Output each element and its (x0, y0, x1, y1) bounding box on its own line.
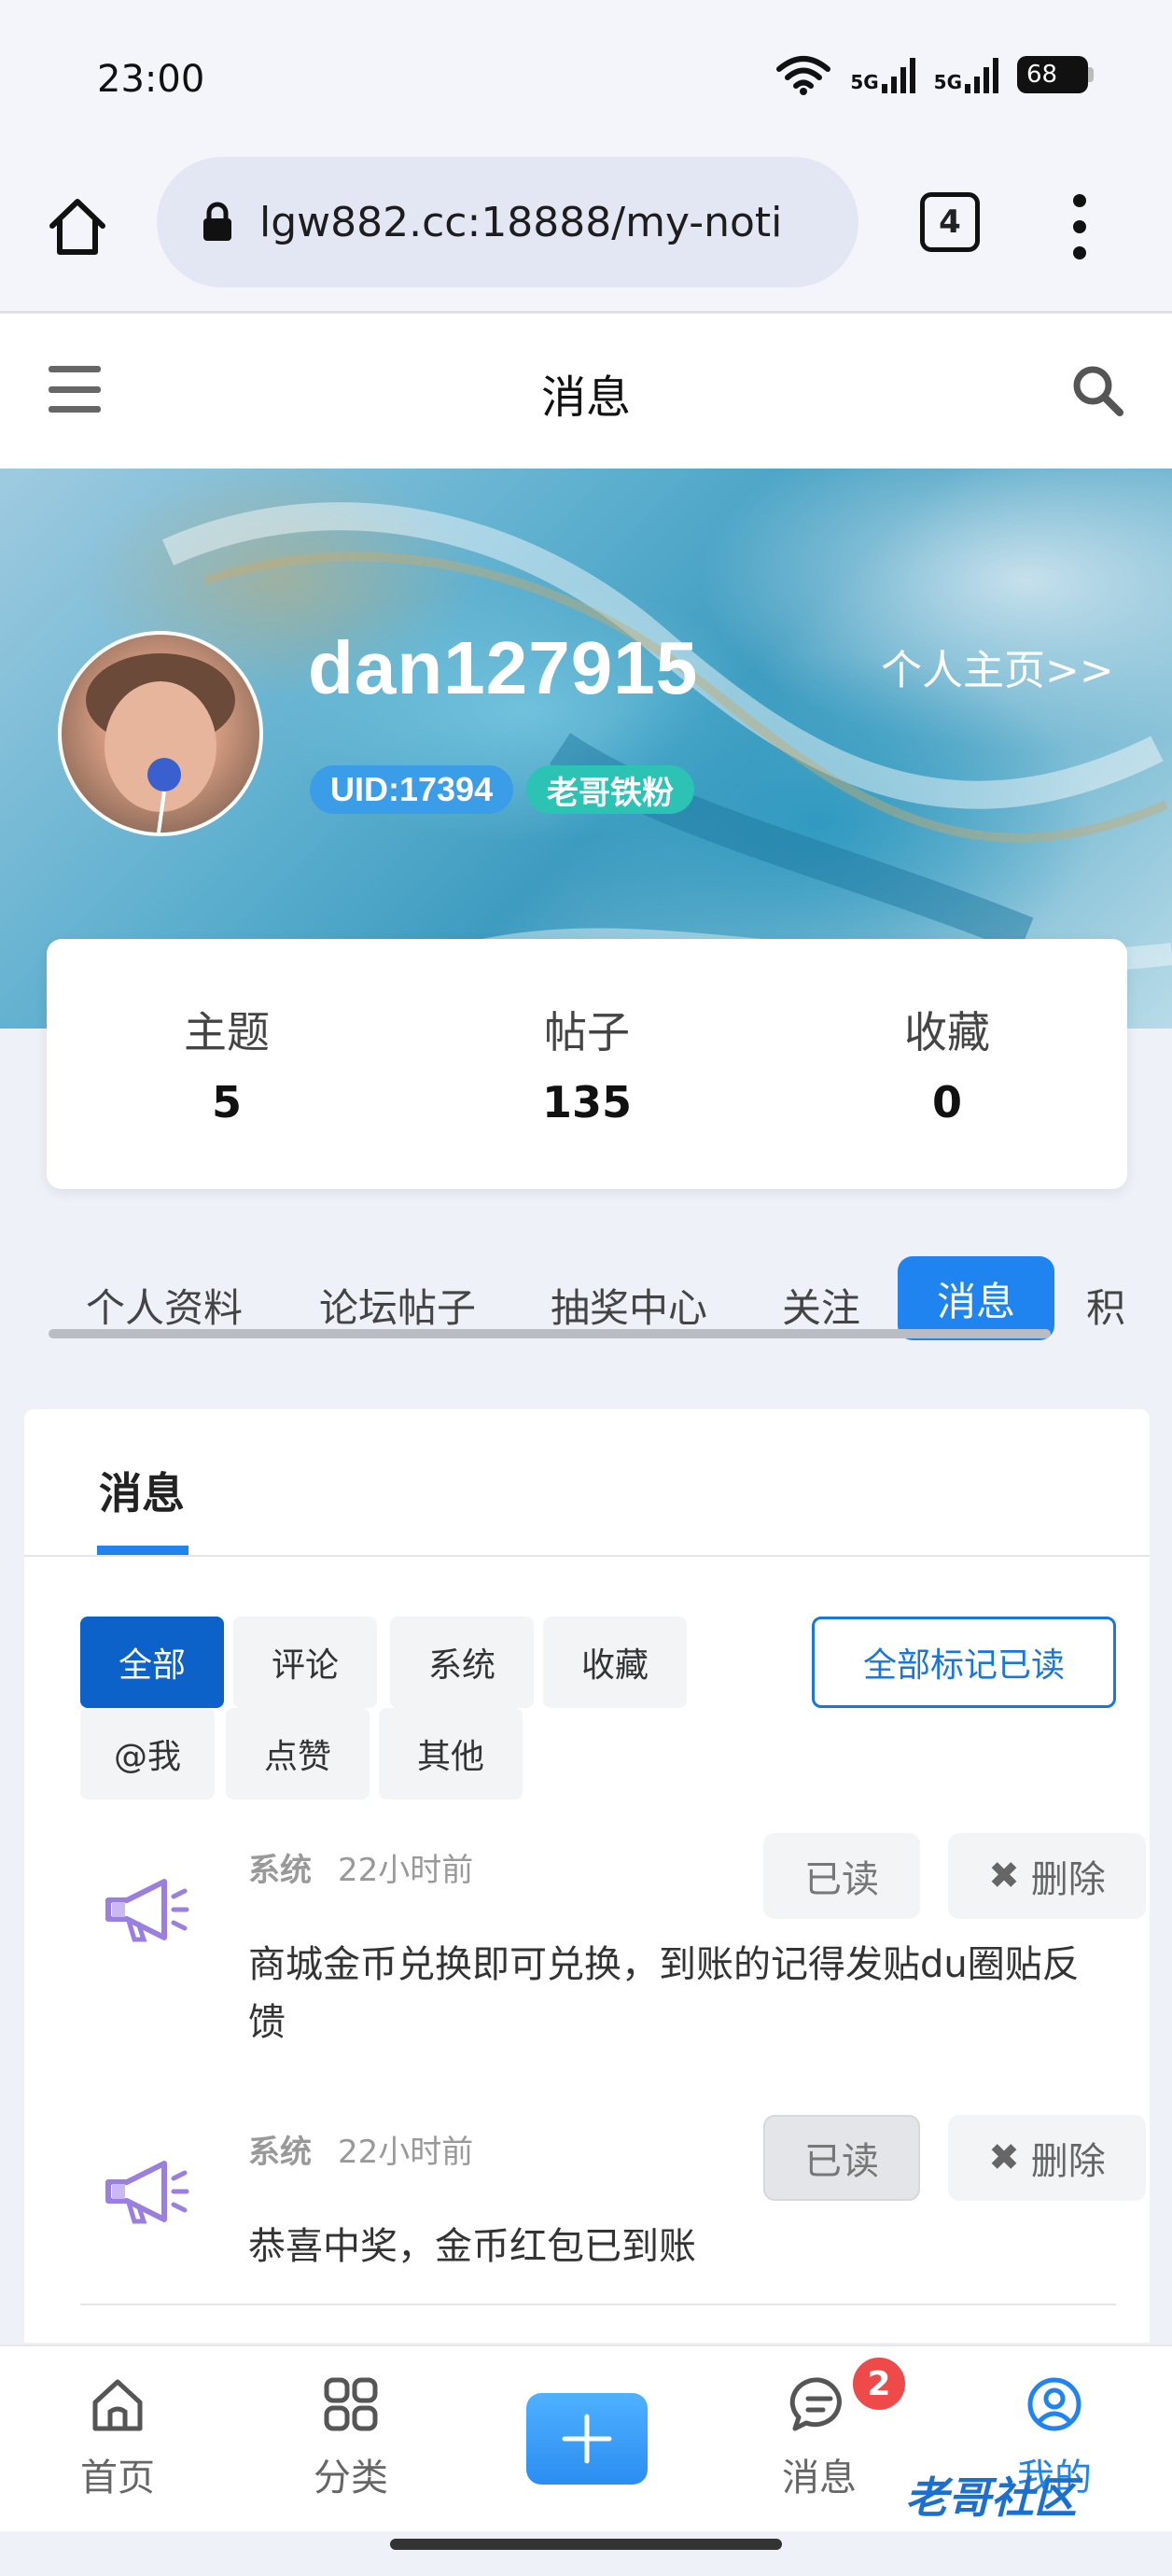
new-post-button[interactable] (526, 2393, 648, 2485)
battery-icon: 68 (1017, 56, 1094, 93)
message-item[interactable]: 系统 22小时前 已读 ✖ 删除 恭喜中奖，金币红包已到账 (80, 2111, 1146, 2317)
nav-label: 消息 (782, 2457, 857, 2499)
uid-badge: UID:17394 (310, 765, 514, 814)
url-text[interactable]: lgw882.cc:18888/my-noti (259, 199, 838, 246)
nav-category[interactable]: 分类 (286, 2374, 416, 2501)
megaphone-icon (105, 2161, 189, 2224)
home-icon (92, 2379, 143, 2431)
home-icon[interactable] (45, 194, 110, 259)
filter-likes[interactable]: 点赞 (226, 1708, 370, 1799)
avatar[interactable] (58, 631, 263, 836)
plus-icon (562, 2414, 612, 2464)
mark-read-button[interactable]: 已读 (763, 2115, 920, 2201)
tab-profile[interactable]: 个人资料 (86, 1277, 243, 1334)
active-tab-indicator (97, 1546, 188, 1555)
signal-icon: 5G (934, 56, 998, 93)
stat-label: 帖子 (544, 1007, 630, 1057)
tab-forum-posts[interactable]: 论坛帖子 (319, 1277, 476, 1334)
tab-following[interactable]: 关注 (782, 1277, 860, 1334)
grid-icon (324, 2377, 378, 2431)
stat-value: 5 (211, 1077, 242, 1127)
mark-read-button[interactable]: 已读 (763, 1833, 920, 1919)
username: dan127915 (308, 626, 699, 709)
message-time: 22小时前 (338, 2134, 474, 2171)
user-circle-icon (1027, 2377, 1081, 2431)
delete-button[interactable]: ✖ 删除 (948, 1833, 1146, 1919)
filter-comments[interactable]: 评论 (233, 1617, 377, 1708)
avatar-image (86, 653, 235, 833)
panel-title[interactable]: 消息 (99, 1460, 185, 1521)
signal-icon: 5G (850, 56, 915, 93)
filter-system[interactable]: 系统 (390, 1617, 534, 1708)
stat-label: 主题 (184, 1007, 270, 1057)
delete-button[interactable]: ✖ 删除 (948, 2115, 1146, 2201)
network-type-label: 5G (850, 71, 879, 93)
mark-all-read-button[interactable]: 全部标记已读 (812, 1617, 1116, 1708)
message-item[interactable]: 系统 22小时前 已读 ✖ 删除 商城金币兑换即可兑换，到账的记得发贴du圈贴反… (80, 1829, 1146, 2100)
search-icon[interactable] (1069, 362, 1125, 418)
filter-favorites[interactable]: 收藏 (543, 1617, 687, 1708)
homepage-link[interactable]: 个人主页>> (881, 637, 1114, 696)
divider (24, 1555, 1150, 1557)
messages-panel: 消息 全部 评论 系统 收藏 全部标记已读 @我 点赞 其他 系统 22小时前 … (24, 1409, 1150, 2359)
filter-other[interactable]: 其他 (379, 1708, 523, 1799)
nav-home[interactable]: 首页 (52, 2374, 183, 2501)
message-type: 系统 (248, 1852, 312, 1889)
chat-bubble-icon (789, 2377, 842, 2431)
address-bar[interactable]: lgw882.cc:18888/my-noti (157, 157, 858, 287)
fan-level-badge: 老哥铁粉 (526, 765, 694, 814)
divider (80, 2303, 1116, 2305)
page-title: 消息 (540, 371, 631, 424)
status-time: 23:00 (97, 58, 205, 101)
message-text: 商城金币兑换即可兑换，到账的记得发贴du圈贴反馈 (248, 1943, 1080, 2044)
nav-label: 分类 (314, 2457, 388, 2499)
lock-icon (203, 202, 231, 241)
filter-all[interactable]: 全部 (80, 1617, 224, 1708)
message-time: 22小时前 (338, 1852, 474, 1889)
close-icon: ✖ (988, 2136, 1020, 2179)
network-type-label: 5G (933, 71, 962, 93)
site-watermark-logo: 老哥社区 (905, 2472, 1077, 2523)
tabs-scrollbar[interactable] (49, 1329, 1051, 1338)
delete-label: 删除 (1030, 2140, 1106, 2183)
stat-value: 135 (541, 1077, 633, 1127)
tab-points[interactable]: 积 (1086, 1277, 1125, 1334)
home-indicator[interactable] (390, 2539, 782, 2550)
stat-label: 收藏 (904, 1007, 990, 1057)
status-bar: 23:00 5G 5G 68 (0, 0, 1172, 149)
status-icons: 5G 5G 68 (775, 54, 1094, 95)
close-icon: ✖ (988, 1855, 1020, 1897)
stat-topics[interactable]: 主题 5 (47, 939, 407, 1189)
stats-card: 主题 5 帖子 135 收藏 0 (47, 939, 1127, 1189)
megaphone-icon (105, 1879, 189, 1942)
message-text: 恭喜中奖，金币红包已到账 (248, 2225, 696, 2268)
tab-messages[interactable]: 消息 (898, 1256, 1055, 1340)
stat-value: 0 (931, 1077, 962, 1127)
stat-posts[interactable]: 帖子 135 (407, 939, 767, 1189)
filter-mentions[interactable]: @我 (80, 1708, 215, 1799)
message-type: 系统 (248, 2134, 312, 2171)
tab-lottery[interactable]: 抽奖中心 (551, 1277, 707, 1334)
app-header: 消息 (0, 314, 1172, 469)
battery-level: 68 (1026, 61, 1058, 89)
tab-switcher-button[interactable]: 4 (920, 192, 980, 252)
stat-favorites[interactable]: 收藏 0 (767, 939, 1127, 1189)
browser-menu-icon[interactable] (1066, 194, 1094, 259)
unread-count-badge: 2 (849, 2354, 909, 2414)
nav-label: 首页 (80, 2457, 155, 2499)
browser-toolbar: lgw882.cc:18888/my-noti 4 (0, 149, 1172, 314)
delete-label: 删除 (1030, 1858, 1106, 1901)
wifi-icon (776, 56, 831, 95)
